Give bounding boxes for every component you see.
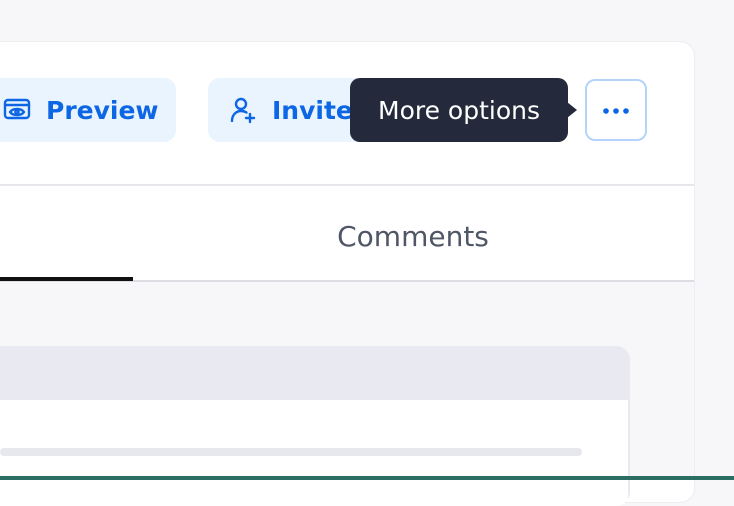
preview-icon: [2, 95, 32, 125]
more-options-tooltip: More options: [350, 78, 577, 142]
invite-button-label: Invite: [272, 95, 353, 125]
content-card: [0, 346, 630, 506]
tooltip-text: More options: [378, 95, 540, 125]
active-tab-indicator: [0, 277, 133, 281]
toolbar-divider: [0, 184, 694, 186]
more-horizontal-icon: [602, 101, 630, 120]
skeleton-text-line: [0, 448, 582, 456]
more-options-button[interactable]: [585, 79, 647, 141]
tab-comments-label: Comments: [337, 219, 489, 253]
user-plus-icon: [228, 95, 258, 125]
bottom-status-strip: [0, 476, 734, 480]
preview-button-label: Preview: [46, 95, 159, 125]
tab-comments[interactable]: Comments: [300, 208, 526, 264]
preview-button[interactable]: Preview: [0, 78, 176, 142]
